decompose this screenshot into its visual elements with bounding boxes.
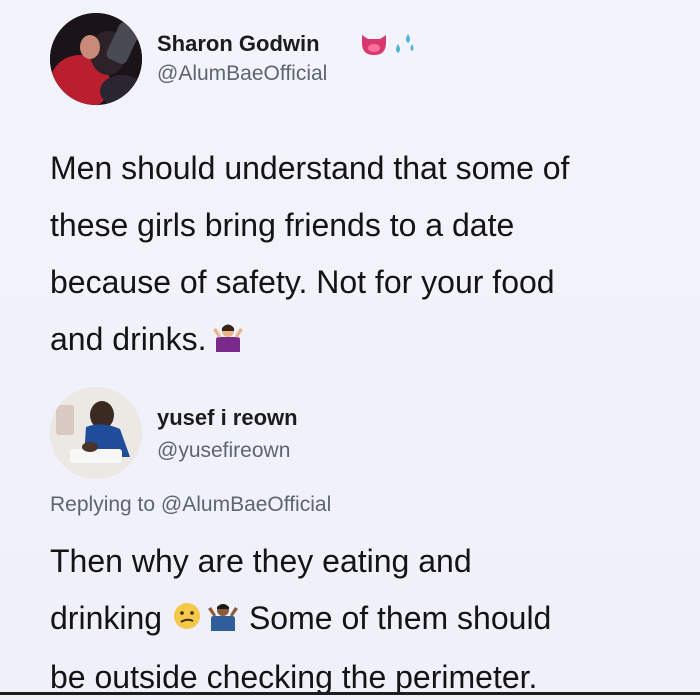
replying-to-line: Replying to @AlumBaeOfficial <box>50 493 331 517</box>
tweet-text-line: Men should understand that some of <box>50 150 570 186</box>
tweet-text-line: because of safety. Not for your food <box>50 264 555 300</box>
avatar-photo-icon <box>50 387 142 479</box>
reply-author-handle[interactable]: @yusefireown <box>157 439 290 463</box>
reply-text-fragment: Some of them should <box>248 600 552 636</box>
avatar-yusef-i-reown[interactable] <box>50 387 142 479</box>
confused-face-icon <box>172 592 202 649</box>
replying-to-handle-link[interactable]: @AlumBaeOfficial <box>161 493 331 516</box>
author-display-name[interactable]: Sharon Godwin <box>157 31 320 57</box>
tweet-text-fragment: and drinks. <box>50 321 207 357</box>
author-handle[interactable]: @AlumBaeOfficial <box>157 62 327 86</box>
tweet-text-line: these girls bring friends to a date <box>50 207 515 243</box>
tweet-text-line-last: and drinks. <box>50 311 690 370</box>
replying-to-label: Replying to <box>50 493 156 516</box>
person-shrugging-icon <box>206 592 240 649</box>
avatar-sharon-godwin[interactable] <box>50 13 142 105</box>
person-shrugging-icon <box>211 313 245 370</box>
tweet-body: Men should understand that some of these… <box>50 140 690 370</box>
droplets-icon <box>392 30 418 61</box>
reply-author-display-name[interactable]: yusef i reown <box>157 405 298 431</box>
reply-text-line: Then why are they eating and <box>50 543 472 579</box>
bottom-divider <box>0 692 700 695</box>
tongue-face-icon <box>360 33 388 62</box>
tweet-screenshot: Sharon Godwin @AlumBaeOfficial Men shoul… <box>0 0 700 700</box>
reply-text-fragment: drinking <box>50 600 163 636</box>
reply-body: Then why are they eating and drinking So… <box>50 533 690 700</box>
avatar-photo-icon <box>50 13 142 105</box>
reply-text-line-with-emoji: drinking Some of them should <box>50 590 690 649</box>
